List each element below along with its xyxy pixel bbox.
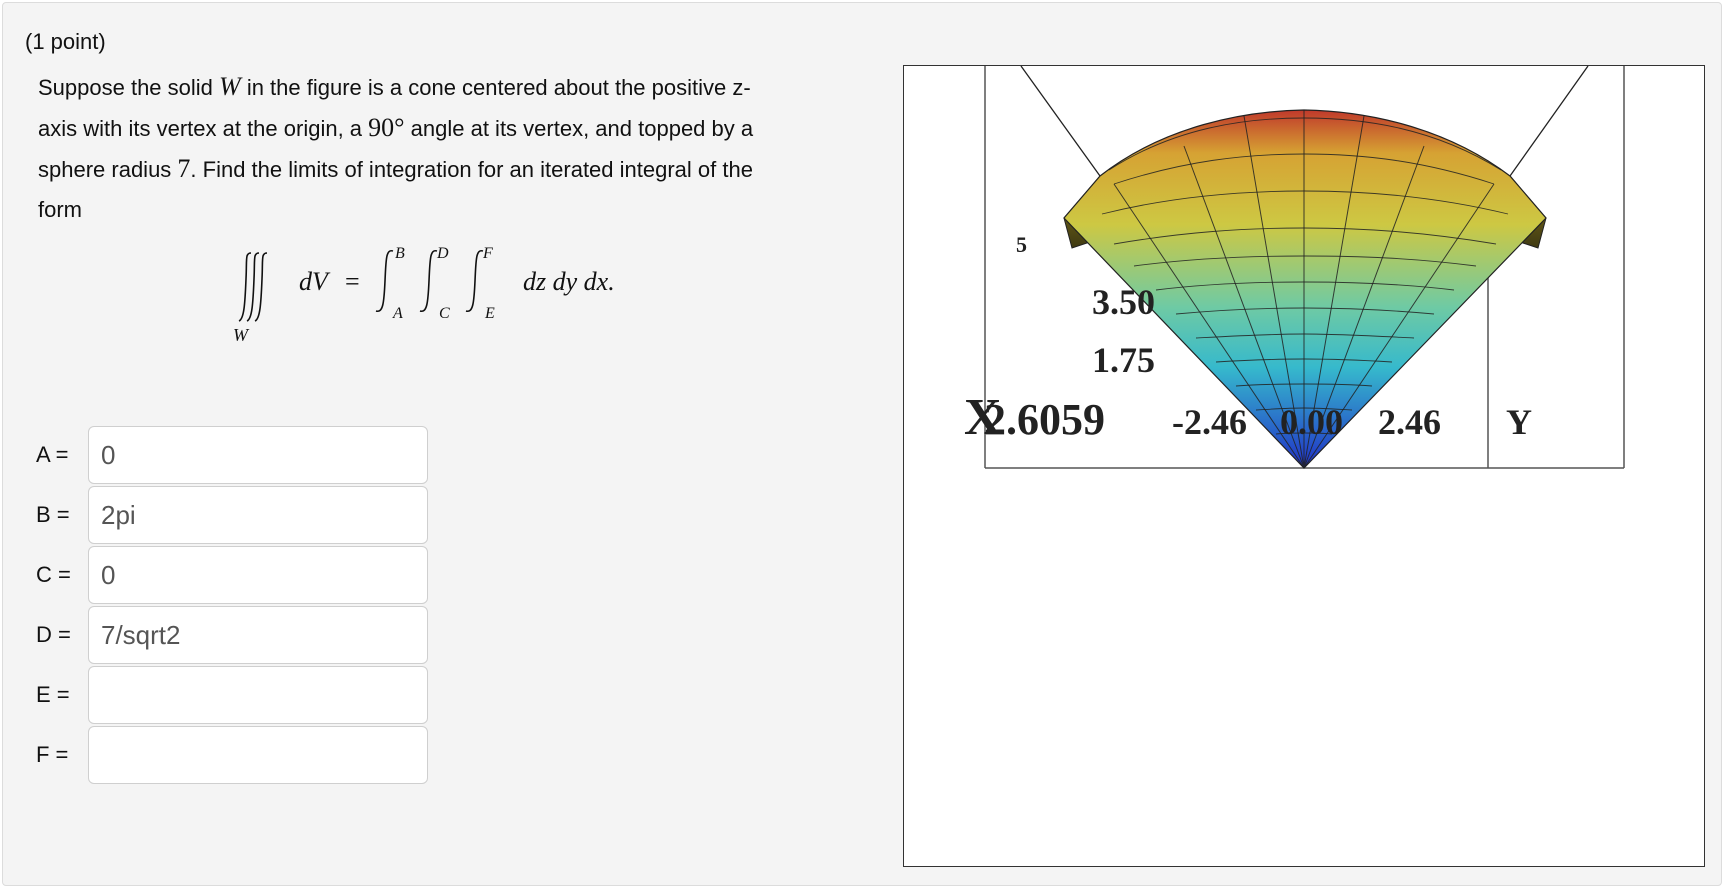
answer-row-a: A = [36, 426, 456, 486]
integral-equation: W dV = B A D C F E dz dy dx. [233, 241, 653, 351]
input-b[interactable] [88, 486, 428, 544]
input-a[interactable] [88, 426, 428, 484]
limit-d: D [437, 245, 449, 262]
problem-text-3: axis with its vertex at the origin, a [38, 116, 369, 141]
label-f: F = [36, 742, 69, 767]
cone-plot: 5 3.50 1.75 X 2.6059 -2.46 0.00 2.46 Y [964, 66, 1625, 469]
input-f[interactable] [88, 726, 428, 784]
label-e: E = [36, 682, 70, 707]
label-b: B = [36, 502, 70, 527]
triple-integral-sign [238, 252, 268, 322]
input-c[interactable] [88, 546, 428, 604]
z-tick-3-50: 3.50 [1092, 282, 1155, 322]
lhs-dv: dV [299, 267, 328, 296]
angle-value: 90° [368, 113, 405, 142]
answer-row-b: B = [36, 486, 456, 546]
limit-e: E [485, 305, 495, 322]
problem-panel: (1 point) Suppose the solid W in the fig… [2, 2, 1722, 886]
problem-text-6: . Find the limits of integration for an … [190, 157, 753, 182]
var-w: W [219, 72, 241, 101]
y-tick-2-46: 2.46 [1378, 402, 1441, 442]
answer-row-f: F = [36, 726, 456, 786]
limit-f: F [483, 245, 493, 262]
problem-statement: Suppose the solid W in the figure is a c… [38, 67, 838, 230]
z-tick-partial: 5 [1016, 232, 1027, 257]
limit-a: A [393, 305, 403, 322]
problem-text-4: angle at its vertex, and topped by a [404, 116, 754, 141]
answer-row-e: E = [36, 666, 456, 726]
answer-row-d: D = [36, 606, 456, 666]
answer-row-c: C = [36, 546, 456, 606]
rhs-differentials: dz dy dx. [523, 267, 615, 296]
problem-text-1: Suppose the solid [38, 75, 220, 100]
input-e[interactable] [88, 666, 428, 724]
y-axis-label: Y [1506, 402, 1532, 442]
radius-value: 7 [177, 154, 191, 183]
bottom-overlap-label: 2.6059 [984, 395, 1105, 444]
equals-sign: = [345, 267, 360, 296]
limit-c: C [439, 305, 450, 322]
points-label: (1 point) [25, 29, 106, 54]
y-tick-0-00: 0.00 [1280, 402, 1343, 442]
problem-text-5: sphere radius [38, 157, 178, 182]
cone-figure: 5 3.50 1.75 X 2.6059 -2.46 0.00 2.46 Y [903, 65, 1705, 867]
input-d[interactable] [88, 606, 428, 664]
region-subscript: W [233, 325, 248, 345]
label-c: C = [36, 562, 71, 587]
label-a: A = [36, 442, 69, 467]
z-tick-1-75: 1.75 [1092, 340, 1155, 380]
problem-text-2: in the figure is a cone centered about t… [240, 75, 751, 100]
problem-text-7: form [38, 197, 82, 222]
limit-b: B [395, 245, 405, 262]
label-d: D = [36, 622, 71, 647]
y-tick-neg-2-46: -2.46 [1172, 402, 1247, 442]
